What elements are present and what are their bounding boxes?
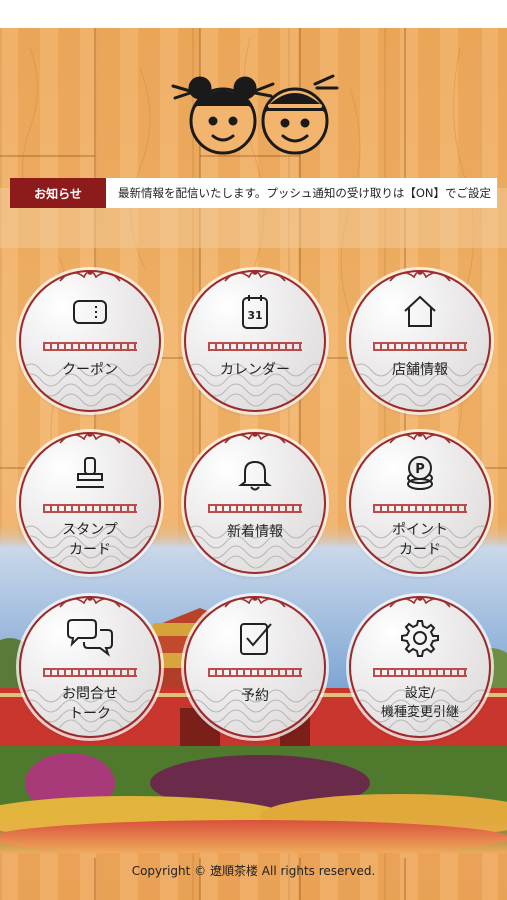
- wave-pattern: [186, 512, 324, 572]
- menu-tile-label: ポイント カード: [392, 522, 448, 558]
- menu-tile-label: 店舗情報: [392, 362, 448, 378]
- menu-tile-label: お問合せ トーク: [62, 686, 118, 722]
- menu-tile-label: スタンプ カード: [62, 522, 118, 558]
- point-coin-icon: P: [400, 454, 440, 494]
- ornament-crest: [388, 272, 452, 287]
- menu-tile-settings[interactable]: 設定/ 機種変更引継: [349, 596, 491, 738]
- menu-tile-coupon[interactable]: クーポン: [19, 270, 161, 412]
- wave-pattern: [21, 350, 159, 410]
- wave-pattern: [186, 676, 324, 736]
- bell-icon: [235, 454, 275, 494]
- mascot-logo: [171, 74, 339, 155]
- menu-tile-label: クーポン: [62, 362, 118, 378]
- menu-tile-label: 新着情報: [227, 524, 283, 540]
- chat-bubbles-icon: [64, 618, 116, 658]
- ornament-crest: [58, 598, 122, 613]
- ornament-crest: [388, 598, 452, 613]
- wave-pattern: [351, 350, 489, 410]
- calendar-icon: 31: [235, 292, 275, 332]
- gear-icon: [400, 618, 440, 658]
- stamp-icon: [70, 454, 110, 494]
- ornament-crest: [223, 272, 287, 287]
- news-ticker[interactable]: お知らせ 最新情報を配信いたします。プッシュ通知の受け取りは【ON】でご設定: [10, 178, 497, 208]
- menu-tile-label: 予約: [241, 688, 269, 704]
- menu-tile-calendar[interactable]: 31 カレンダー: [184, 270, 326, 412]
- ornament-crest: [58, 272, 122, 287]
- menu-tile-point-card[interactable]: P ポイント カード: [349, 432, 491, 574]
- news-ticker-text: 最新情報を配信いたします。プッシュ通知の受け取りは【ON】でご設定: [118, 186, 492, 200]
- coupon-icon: [70, 292, 110, 332]
- menu-tile-label: 設定/ 機種変更引継: [380, 686, 459, 720]
- ornament-crest: [388, 434, 452, 449]
- status-bar-area: [0, 0, 507, 28]
- menu-tile-news[interactable]: 新着情報: [184, 432, 326, 574]
- menu-tile-stamp-card[interactable]: スタンプ カード: [19, 432, 161, 574]
- news-label-badge: お知らせ: [10, 178, 106, 208]
- calendar-day-text: 31: [247, 309, 262, 322]
- menu-tile-contact-talk[interactable]: お問合せ トーク: [19, 596, 161, 738]
- ornament-crest: [223, 598, 287, 613]
- menu-tile-reservation[interactable]: 予約: [184, 596, 326, 738]
- wave-pattern: [186, 350, 324, 410]
- menu-tile-store-info[interactable]: 店舗情報: [349, 270, 491, 412]
- copyright-footer: Copyright © 遼順茶楼 All rights reserved.: [131, 864, 376, 878]
- reservation-check-icon: [235, 618, 275, 658]
- ornament-crest: [58, 434, 122, 449]
- coin-letter-text: P: [415, 462, 425, 477]
- menu-tile-label: カレンダー: [220, 362, 290, 378]
- ornament-crest: [223, 434, 287, 449]
- home-icon: [400, 292, 440, 332]
